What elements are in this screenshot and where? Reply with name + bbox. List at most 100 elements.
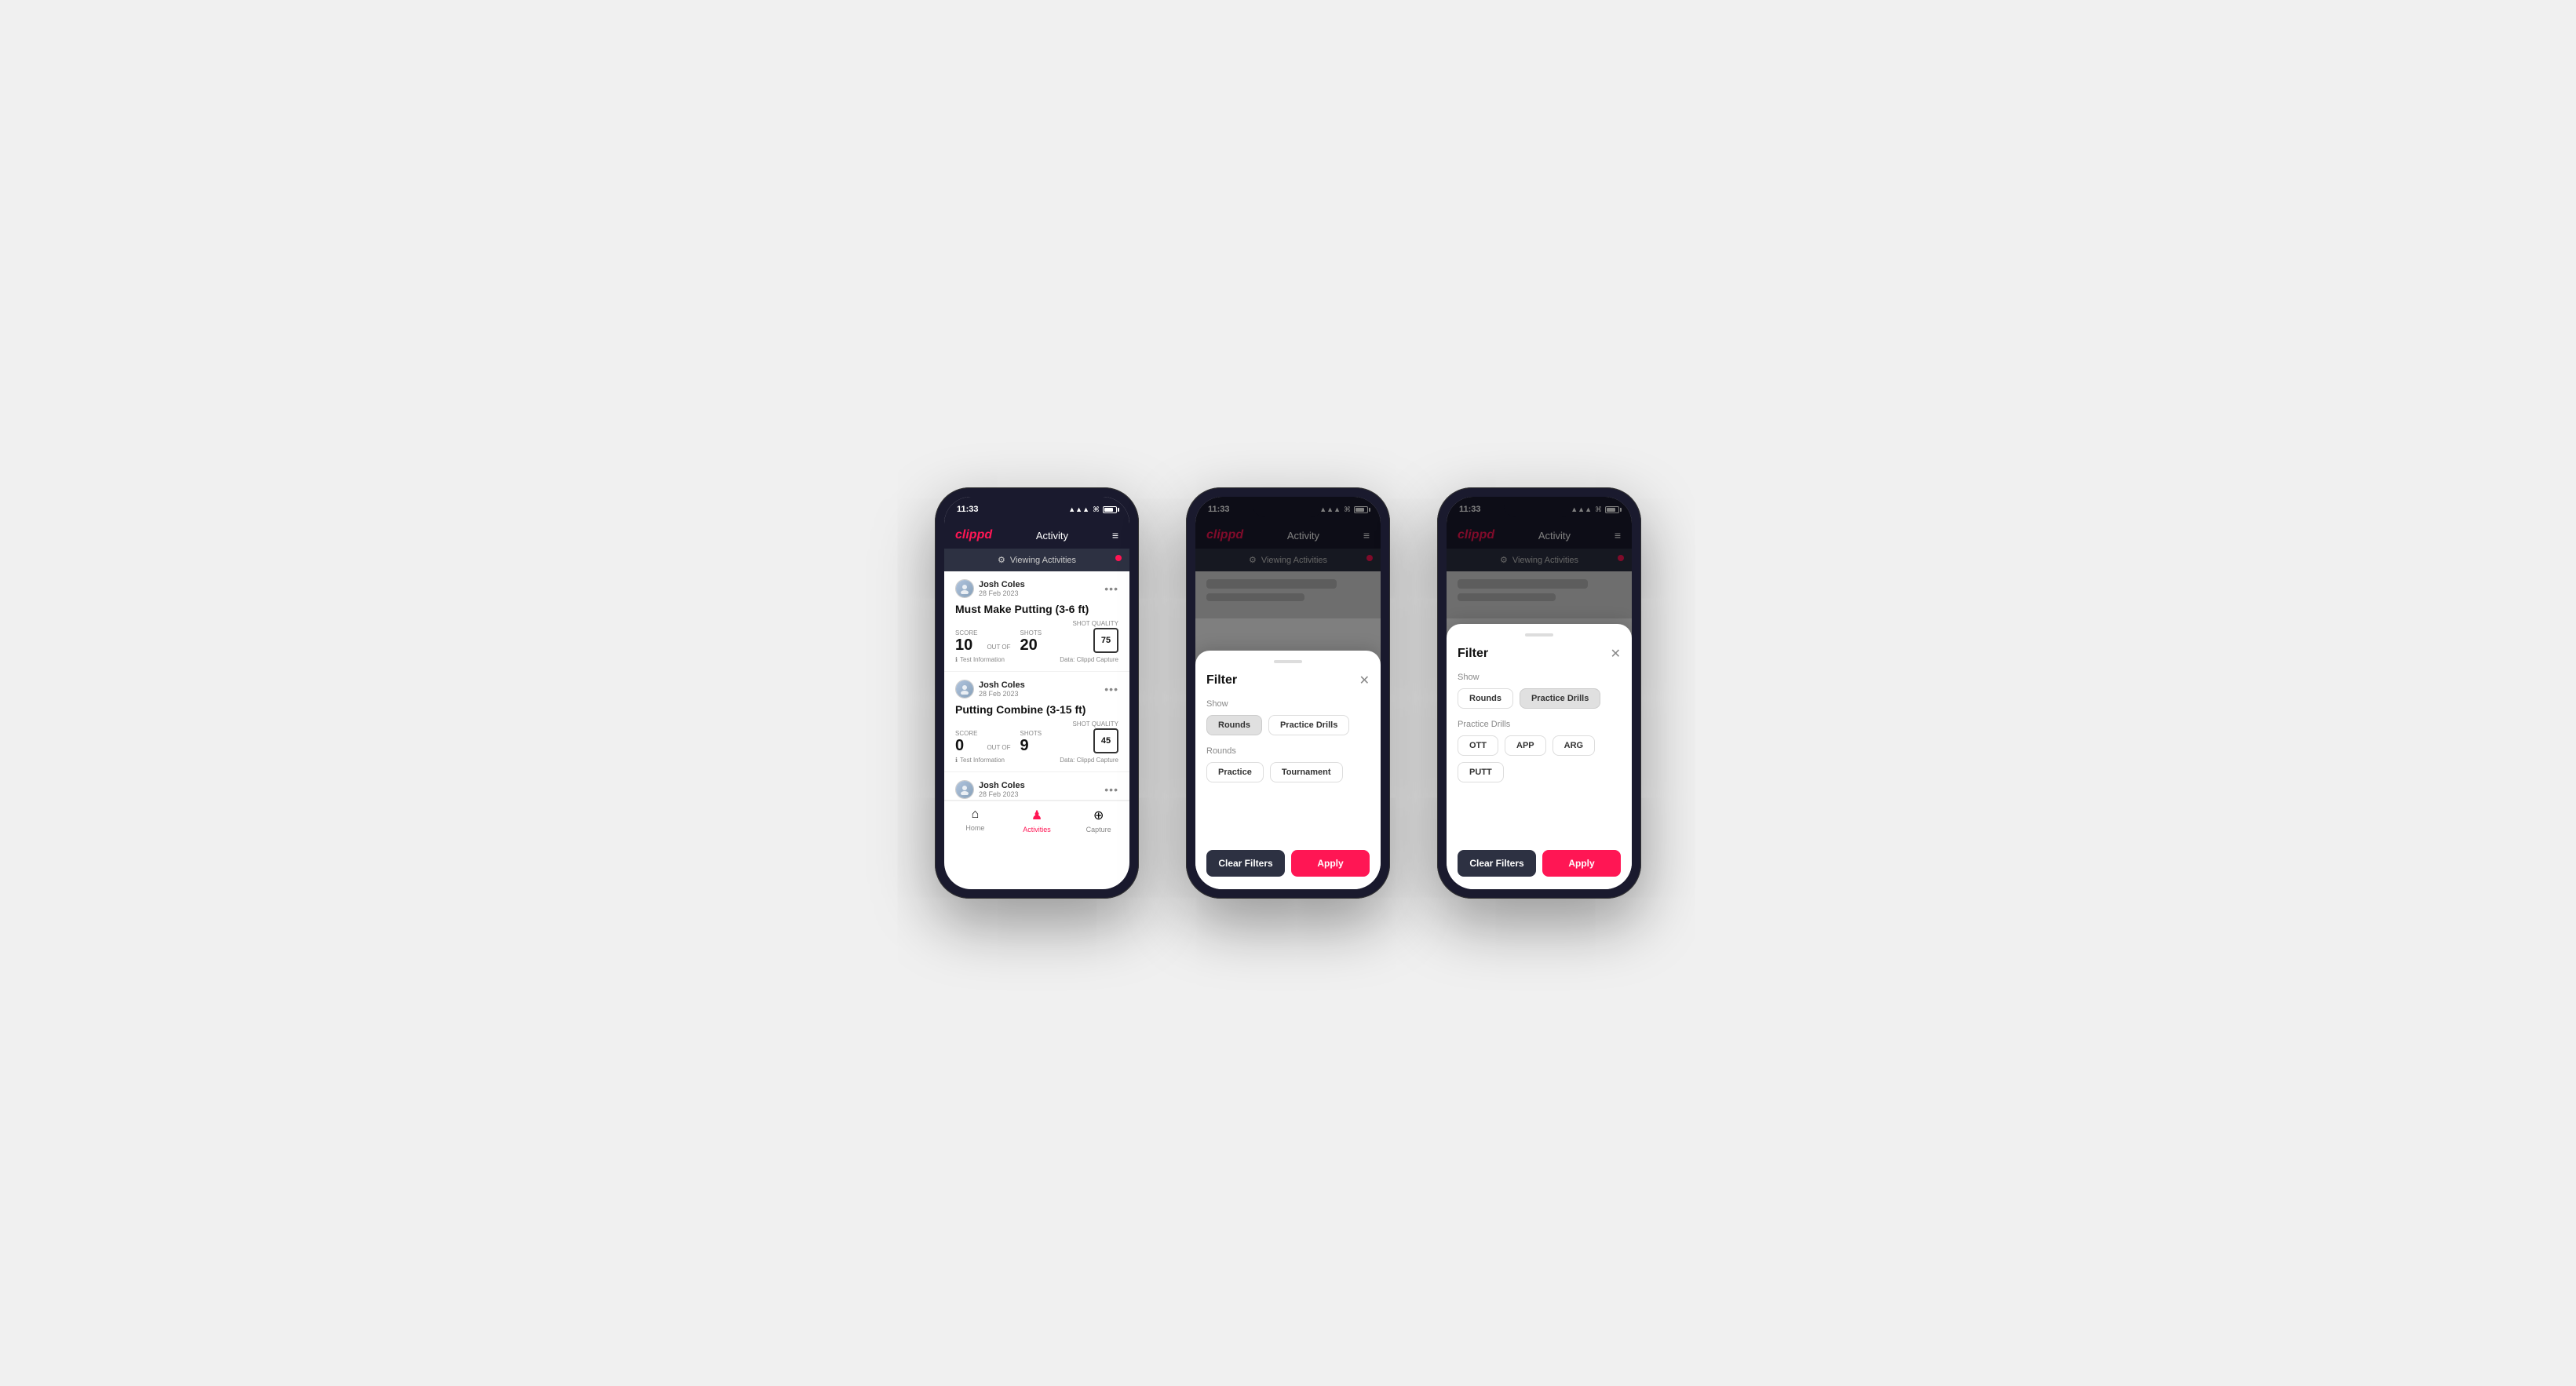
shots-group-1: Shots 20: [1020, 629, 1042, 653]
chip-putt-3[interactable]: PUTT: [1458, 762, 1504, 782]
chip-tournament-2[interactable]: Tournament: [1270, 762, 1343, 782]
quality-label-1: Shot Quality: [1072, 620, 1118, 627]
chip-app-3[interactable]: APP: [1505, 735, 1546, 756]
header-title-1: Activity: [1036, 530, 1068, 542]
activities-icon: ♟: [1031, 808, 1042, 823]
avatar-1: [955, 579, 974, 598]
avatar-img-1: [956, 580, 973, 597]
status-icons-1: ▲▲▲ ⌘: [1068, 505, 1117, 514]
info-icon-2: ℹ: [955, 757, 958, 764]
clear-filters-2[interactable]: Clear Filters: [1206, 850, 1285, 877]
viewing-label-1: Viewing Activities: [1010, 556, 1076, 565]
item-header-1: Josh Coles 28 Feb 2023 •••: [955, 579, 1118, 598]
outof-1: OUT OF: [987, 644, 1010, 651]
chip-rounds-2[interactable]: Rounds: [1206, 715, 1262, 735]
chip-practice-drills-2[interactable]: Practice Drills: [1268, 715, 1349, 735]
chip-practice-2[interactable]: Practice: [1206, 762, 1264, 782]
user-info-2: Josh Coles 28 Feb 2023: [955, 680, 1025, 698]
tab-home[interactable]: ⌂ Home: [944, 808, 1006, 833]
activity-list-1: Josh Coles 28 Feb 2023 ••• Must Make Put…: [944, 571, 1129, 801]
score-label-2: Score: [955, 730, 977, 737]
tab-activities[interactable]: ♟ Activities: [1006, 808, 1068, 833]
rounds-chips-2: Practice Tournament: [1206, 762, 1370, 782]
phone-1: 11:33 ▲▲▲ ⌘ clippd Activity ≡: [935, 487, 1139, 899]
apply-3[interactable]: Apply: [1542, 850, 1621, 877]
user-name-1: Josh Coles: [979, 580, 1025, 589]
shots-value-2: 9: [1020, 738, 1042, 753]
battery-fill-1: [1104, 508, 1113, 512]
chip-ott-3[interactable]: OTT: [1458, 735, 1498, 756]
user-date-1: 28 Feb 2023: [979, 589, 1025, 597]
chip-practice-drills-3[interactable]: Practice Drills: [1520, 688, 1600, 709]
item-header-3: Josh Coles 28 Feb 2023 •••: [955, 780, 1118, 799]
filter-title-2: Filter: [1206, 673, 1237, 688]
close-filter-3[interactable]: ✕: [1611, 646, 1621, 662]
chip-arg-3[interactable]: ARG: [1553, 735, 1595, 756]
user-name-2: Josh Coles: [979, 680, 1025, 690]
viewing-bar-1[interactable]: ⚙ Viewing Activities: [944, 549, 1129, 571]
info-label-1: Test Information: [960, 656, 1005, 663]
info-icon-1: ℹ: [955, 656, 958, 663]
activity-item-2: Josh Coles 28 Feb 2023 ••• Putting Combi…: [944, 672, 1129, 772]
item-footer-2: ℹ Test Information Data: Clippd Capture: [955, 757, 1118, 764]
show-label-3: Show: [1458, 673, 1621, 682]
phone-3-screen: 11:33 ▲▲▲ ⌘ clippd Activity ≡: [1447, 497, 1632, 889]
stats-row-2: Score 0 OUT OF Shots 9 Shot Quality 45: [955, 720, 1118, 753]
home-label: Home: [965, 824, 984, 832]
shots-label-2: Shots: [1020, 730, 1042, 737]
show-chips-2: Rounds Practice Drills: [1206, 715, 1370, 735]
activity-item-3: Josh Coles 28 Feb 2023 •••: [944, 772, 1129, 801]
chip-rounds-3[interactable]: Rounds: [1458, 688, 1513, 709]
more-menu-2[interactable]: •••: [1104, 683, 1118, 695]
sheet-header-3: Filter ✕: [1458, 646, 1621, 662]
user-date-3: 28 Feb 2023: [979, 790, 1025, 798]
more-menu-1[interactable]: •••: [1104, 582, 1118, 595]
avatar-2: [955, 680, 974, 698]
sheet-header-2: Filter ✕: [1206, 673, 1370, 688]
signal-icon-1: ▲▲▲: [1068, 505, 1089, 513]
apply-2[interactable]: Apply: [1291, 850, 1370, 877]
user-text-1: Josh Coles 28 Feb 2023: [979, 580, 1025, 597]
home-icon: ⌂: [972, 808, 980, 822]
quality-label-2: Shot Quality: [1072, 720, 1118, 728]
battery-icon-1: [1103, 506, 1117, 513]
activities-label: Activities: [1023, 826, 1051, 833]
quality-group-1: Shot Quality 75: [1072, 620, 1118, 653]
phone-2-screen: 11:33 ▲▲▲ ⌘ clippd Activity ≡: [1195, 497, 1381, 889]
filter-title-3: Filter: [1458, 647, 1488, 661]
capture-icon: ⊕: [1093, 808, 1104, 823]
avatar-3: [955, 780, 974, 799]
status-time-1: 11:33: [957, 505, 979, 514]
menu-icon-1[interactable]: ≡: [1112, 529, 1118, 542]
viewing-bar-wrap-1: ⚙ Viewing Activities: [944, 549, 1129, 571]
info-label-2: Test Information: [960, 757, 1005, 764]
quality-badge-2: 45: [1093, 728, 1118, 753]
show-label-2: Show: [1206, 699, 1370, 709]
close-filter-2[interactable]: ✕: [1359, 673, 1370, 688]
quality-group-2: Shot Quality 45: [1072, 720, 1118, 753]
more-menu-3[interactable]: •••: [1104, 783, 1118, 796]
user-text-2: Josh Coles 28 Feb 2023: [979, 680, 1025, 698]
spacer-2: [1206, 793, 1370, 841]
score-group-1: Score 10: [955, 629, 977, 653]
status-bar-1: 11:33 ▲▲▲ ⌘: [944, 497, 1129, 522]
avatar-img-3: [956, 781, 973, 798]
data-source-2: Data: Clippd Capture: [1060, 757, 1118, 764]
shots-value-1: 20: [1020, 637, 1042, 653]
item-footer-1: ℹ Test Information Data: Clippd Capture: [955, 656, 1118, 663]
phone-3: 11:33 ▲▲▲ ⌘ clippd Activity ≡: [1437, 487, 1641, 899]
shots-label-1: Shots: [1020, 629, 1042, 636]
sheet-footer-3: Clear Filters Apply: [1458, 841, 1621, 889]
sheet-handle-3: [1525, 633, 1553, 636]
capture-label: Capture: [1086, 826, 1111, 833]
show-chips-3: Rounds Practice Drills: [1458, 688, 1621, 709]
score-value-1: 10: [955, 637, 977, 653]
phone-1-screen: 11:33 ▲▲▲ ⌘ clippd Activity ≡: [944, 497, 1129, 889]
user-info-1: Josh Coles 28 Feb 2023: [955, 579, 1025, 598]
tab-capture[interactable]: ⊕ Capture: [1067, 808, 1129, 833]
score-value-2: 0: [955, 738, 977, 753]
clear-filters-3[interactable]: Clear Filters: [1458, 850, 1536, 877]
activity-title-1: Must Make Putting (3-6 ft): [955, 603, 1118, 615]
drills-label-3: Practice Drills: [1458, 720, 1621, 729]
phone-2: 11:33 ▲▲▲ ⌘ clippd Activity ≡: [1186, 487, 1390, 899]
